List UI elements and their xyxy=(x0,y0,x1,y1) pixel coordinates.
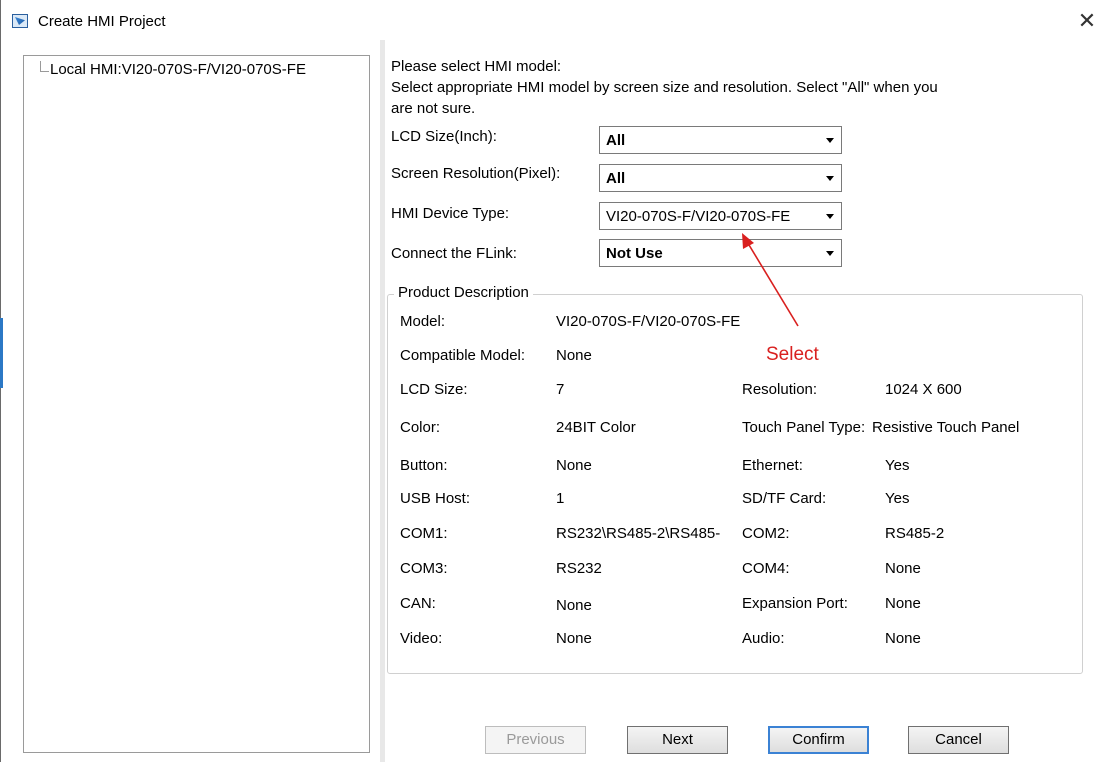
spec-value: RS232 xyxy=(556,560,602,577)
title-bar: Create HMI Project ✕ xyxy=(0,0,1107,40)
spec-label: CAN: xyxy=(400,595,436,612)
spec-value: 1024 X 600 xyxy=(885,381,962,398)
tree-connector-branch xyxy=(40,71,49,72)
spec-label: LCD Size: xyxy=(400,381,468,398)
compatible-model-value: None xyxy=(556,347,592,364)
close-icon[interactable]: ✕ xyxy=(1073,8,1101,34)
spec-label: Expansion Port: xyxy=(742,595,848,612)
spec-label: COM2: xyxy=(742,525,790,542)
spec-label: SD/TF Card: xyxy=(742,490,827,507)
spec-value: RS232\RS485-2\RS485- xyxy=(556,525,721,542)
resolution-value: All xyxy=(606,170,626,187)
flink-label: Connect the FLink: xyxy=(391,245,517,262)
spec-value: 1 xyxy=(556,490,565,507)
project-tree[interactable]: Local HMI:VI20-070S-F/VI20-070S-FE xyxy=(23,55,370,753)
spec-value: 24BIT Color xyxy=(556,419,636,436)
spec-label: COM1: xyxy=(400,525,448,542)
spec-label: Resolution: xyxy=(742,381,818,398)
spec-label: Button: xyxy=(400,457,448,474)
flink-value: Not Use xyxy=(606,245,663,262)
spec-label: COM3: xyxy=(400,560,448,577)
device-type-label: HMI Device Type: xyxy=(391,205,510,222)
model-value: VI20-070S-F/VI20-070S-FE xyxy=(556,313,741,330)
model-label: Model: xyxy=(400,313,446,330)
spec-value: Yes xyxy=(885,490,910,507)
confirm-button[interactable]: Confirm xyxy=(768,726,869,754)
resolution-label: Screen Resolution(Pixel): xyxy=(391,165,561,182)
spec-label: Ethernet: xyxy=(742,457,803,474)
spec-value: Yes xyxy=(885,457,910,474)
chevron-down-icon xyxy=(826,251,834,256)
annotation-label: Select xyxy=(766,344,819,365)
panel-splitter[interactable] xyxy=(380,40,385,762)
spec-value: None xyxy=(556,457,592,474)
product-description-title: Product Description xyxy=(394,284,533,301)
window-left-accent xyxy=(0,318,3,388)
spec-value: 7 xyxy=(556,381,565,398)
cancel-button[interactable]: Cancel xyxy=(908,726,1009,754)
spec-label: Video: xyxy=(400,630,443,647)
tree-item-local-hmi[interactable]: Local HMI:VI20-070S-F/VI20-070S-FE xyxy=(50,61,306,78)
spec-value: RS485-2 xyxy=(885,525,945,542)
spec-value: None xyxy=(556,630,592,647)
intro-line-2: Select appropriate HMI model by screen s… xyxy=(391,79,938,96)
intro-heading: Please select HMI model: xyxy=(391,58,562,75)
lcd-size-label: LCD Size(Inch): xyxy=(391,128,497,145)
resolution-select[interactable]: All xyxy=(599,164,842,192)
spec-label: Touch Panel Type: xyxy=(742,419,866,436)
spec-label: COM4: xyxy=(742,560,790,577)
spec-label: USB Host: xyxy=(400,490,471,507)
flink-select[interactable]: Not Use xyxy=(599,239,842,267)
intro-line-3: are not sure. xyxy=(391,100,476,117)
spec-value: None xyxy=(556,597,592,614)
lcd-size-value: All xyxy=(606,132,626,149)
previous-button[interactable]: Previous xyxy=(485,726,586,754)
chevron-down-icon xyxy=(826,176,834,181)
next-button[interactable]: Next xyxy=(627,726,728,754)
app-icon xyxy=(12,14,28,28)
spec-value: None xyxy=(885,595,921,612)
chevron-down-icon xyxy=(826,214,834,219)
window-title: Create HMI Project xyxy=(38,13,166,30)
compatible-model-label: Compatible Model: xyxy=(400,347,526,364)
spec-label: Audio: xyxy=(742,630,785,647)
chevron-down-icon xyxy=(826,138,834,143)
spec-value: Resistive Touch Panel xyxy=(872,419,1020,436)
device-type-select[interactable]: VI20-070S-F/VI20-070S-FE xyxy=(599,202,842,230)
spec-value: None xyxy=(885,630,921,647)
device-type-value: VI20-070S-F/VI20-070S-FE xyxy=(606,208,791,225)
spec-label: Color: xyxy=(400,419,441,436)
spec-value: None xyxy=(885,560,921,577)
lcd-size-select[interactable]: All xyxy=(599,126,842,154)
